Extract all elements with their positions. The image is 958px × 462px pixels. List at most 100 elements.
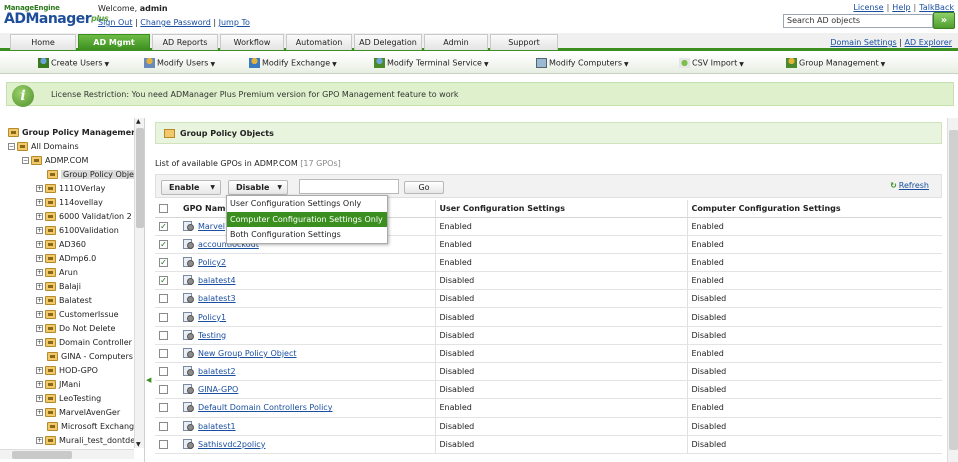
expand-icon[interactable]: +	[36, 283, 43, 290]
search-button[interactable]: »	[933, 12, 955, 29]
gpo-name-link[interactable]: New Group Policy Object	[198, 349, 297, 358]
tree-node-ou[interactable]: +111OVerlay	[36, 183, 105, 195]
jump-to-link[interactable]: Jump To	[219, 18, 250, 27]
gpo-name-link[interactable]: Testing	[198, 331, 226, 340]
domain-settings-link[interactable]: Domain Settings	[830, 38, 896, 47]
expand-icon[interactable]: +	[36, 269, 43, 276]
menu-item-computer-config-only[interactable]: Computer Configuration Settings Only	[227, 211, 387, 227]
tree-node-ou[interactable]: + Murali_test_dontde	[36, 435, 135, 447]
row-checkbox[interactable]	[159, 348, 168, 358]
row-checkbox[interactable]	[159, 294, 168, 304]
row-select-cell[interactable]	[155, 307, 179, 327]
tab-ad-reports[interactable]: AD Reports	[152, 34, 218, 50]
row-select-cell[interactable]	[155, 289, 179, 309]
row-checkbox[interactable]: ✓	[159, 239, 168, 249]
refresh-link[interactable]: ↻ Refresh	[890, 181, 929, 190]
gpo-name-link[interactable]: balatest2	[198, 367, 236, 376]
tab-home[interactable]: Home	[10, 34, 76, 50]
tree-node-ou[interactable]: + AD360	[36, 239, 86, 251]
tree-node-ou[interactable]: Microsoft Exchang	[36, 421, 134, 433]
row-select-cell[interactable]	[155, 417, 179, 436]
gpo-name-link[interactable]: Default Domain Controllers Policy	[198, 403, 332, 412]
row-select-cell[interactable]	[155, 435, 179, 454]
table-row[interactable]: Testing Disabled Disabled	[155, 326, 942, 345]
tree-node-all-domains[interactable]: − All Domains	[8, 141, 79, 153]
tree-node-ou[interactable]: + Domain Controller	[36, 337, 132, 349]
row-checkbox[interactable]	[159, 421, 168, 431]
main-vertical-scrollbar[interactable]	[947, 118, 958, 462]
table-row[interactable]: GINA-GPO Disabled Disabled	[155, 380, 942, 400]
tree-node-ou[interactable]: + Do Not Delete	[36, 323, 115, 335]
tree-node-ou[interactable]: GINA - Computers	[36, 351, 133, 363]
change-password-link[interactable]: Change Password	[140, 18, 211, 27]
gpo-name-link[interactable]: Sathisvdc2policy	[198, 440, 265, 449]
row-select-cell[interactable]	[155, 380, 179, 400]
expand-icon[interactable]: +	[36, 311, 43, 318]
tree-node-ou[interactable]: +6000 Validat/ion 2	[36, 211, 132, 223]
expand-icon[interactable]: +	[36, 227, 43, 234]
license-link[interactable]: License	[853, 3, 883, 12]
expand-icon[interactable]: +	[36, 339, 43, 346]
tree-node-ou[interactable]: + ADmp6.0	[36, 253, 96, 265]
gpo-name-link[interactable]: Marvel	[198, 222, 225, 231]
sign-out-link[interactable]: Sign Out	[98, 18, 133, 27]
tree-node-ou[interactable]: + Balaji	[36, 281, 81, 293]
row-checkbox[interactable]	[159, 439, 168, 449]
table-row[interactable]: balatest3 Disabled Disabled	[155, 289, 942, 309]
expand-icon[interactable]: +	[36, 367, 43, 374]
gpo-name-link[interactable]: Policy1	[198, 313, 226, 322]
row-select-cell[interactable]: ✓	[155, 235, 179, 254]
tab-ad-delegation[interactable]: AD Delegation	[354, 34, 422, 50]
row-select-cell[interactable]	[155, 344, 179, 364]
tree-node-ou[interactable]: +114ovellay	[36, 197, 103, 209]
talkback-link[interactable]: TalkBack	[919, 3, 954, 12]
table-row[interactable]: ✓ balatest4 Disabled Enabled	[155, 271, 942, 291]
tree-vertical-scrollbar[interactable]: ▲ ▼	[134, 118, 144, 448]
tab-automation[interactable]: Automation	[286, 34, 352, 50]
modify-computers-menu[interactable]: Modify Computers ▼	[536, 58, 629, 68]
panel-splitter[interactable]: ◀	[145, 118, 152, 462]
gpo-filter-input[interactable]	[299, 179, 399, 194]
create-users-menu[interactable]: Create Users ▼	[38, 58, 109, 68]
table-row[interactable]: Default Domain Controllers Policy Enabled…	[155, 398, 942, 418]
expand-icon[interactable]: +	[36, 409, 43, 416]
expand-icon[interactable]: +	[36, 437, 43, 444]
table-row[interactable]: ✓ Policy2 Enabled Enabled	[155, 253, 942, 273]
table-row[interactable]: New Group Policy Object Disabled Enabled	[155, 344, 942, 364]
collapse-icon[interactable]: −	[8, 143, 15, 150]
expand-icon[interactable]: +	[36, 213, 43, 220]
row-checkbox[interactable]	[159, 403, 168, 413]
tree-node-ou[interactable]: + Arun	[36, 267, 78, 279]
row-select-cell[interactable]: ✓	[155, 271, 179, 291]
row-checkbox[interactable]	[159, 385, 168, 395]
group-management-menu[interactable]: Group Management ▼	[786, 58, 885, 68]
tab-admin[interactable]: Admin	[424, 34, 488, 50]
tree-node-ou[interactable]: + Balatest	[36, 295, 92, 307]
expand-icon[interactable]: +	[36, 395, 43, 402]
enable-button[interactable]: Enable ▼	[161, 180, 221, 195]
select-all-cell[interactable]	[155, 200, 179, 218]
row-select-cell[interactable]	[155, 326, 179, 345]
gpo-name-link[interactable]: balatest4	[198, 276, 236, 285]
row-checkbox[interactable]: ✓	[159, 257, 168, 267]
expand-icon[interactable]: +	[36, 325, 43, 332]
expand-icon[interactable]: +	[36, 297, 43, 304]
modify-exchange-menu[interactable]: Modify Exchange ▼	[249, 58, 337, 68]
expand-icon[interactable]: +	[36, 185, 43, 192]
tree-node-ou[interactable]: +6100Validation	[36, 225, 119, 237]
expand-icon[interactable]: +	[36, 381, 43, 388]
gpo-name-link[interactable]: balatest3	[198, 294, 236, 303]
row-select-cell[interactable]: ✓	[155, 217, 179, 236]
row-checkbox[interactable]	[159, 312, 168, 322]
tree-node-domain[interactable]: − ADMP.COM	[22, 155, 88, 167]
tree-horizontal-scrollbar[interactable]	[0, 449, 134, 459]
column-computer-config[interactable]: Computer Configuration Settings	[686, 200, 942, 218]
help-link[interactable]: Help	[892, 3, 910, 12]
go-button[interactable]: Go	[404, 181, 444, 194]
gpo-name-link[interactable]: balatest1	[198, 422, 236, 431]
table-row[interactable]: Policy1 Disabled Disabled	[155, 307, 942, 327]
column-user-config[interactable]: User Configuration Settings	[434, 200, 687, 218]
row-select-cell[interactable]	[155, 362, 179, 382]
gpo-name-link[interactable]: Policy2	[198, 258, 226, 267]
menu-item-both-config[interactable]: Both Configuration Settings	[227, 227, 387, 243]
